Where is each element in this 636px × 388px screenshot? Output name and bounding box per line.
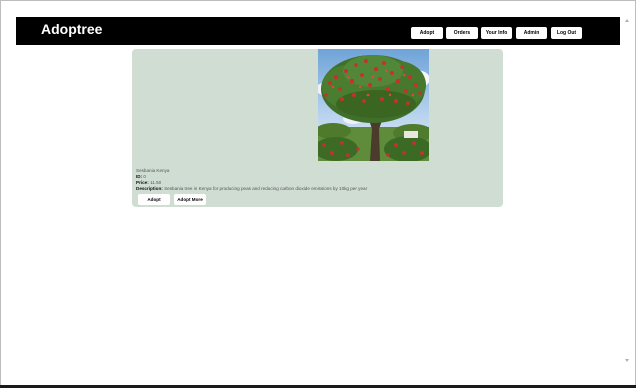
nav-adopt-button[interactable]: Adopt (411, 27, 443, 39)
tree-description-label: Description: (136, 186, 163, 191)
tree-description-value: Sesbania tree in Kenya for producing pea… (164, 186, 368, 191)
adopt-button[interactable]: Adopt (138, 194, 170, 205)
tree-photo (318, 49, 429, 161)
scroll-down-icon[interactable] (625, 359, 629, 362)
nav-admin-button[interactable]: Admin (516, 27, 547, 39)
tree-name: Sesbania Kenya (136, 168, 170, 173)
top-navbar: Adoptree Adopt Orders Your Info Admin Lo… (16, 17, 620, 45)
tree-id-label: ID: (136, 174, 143, 179)
nav-logout-button[interactable]: Log Out (551, 27, 582, 39)
adopt-more-button[interactable]: Adopt More (174, 194, 206, 205)
nav-your-info-button[interactable]: Your Info (481, 27, 512, 39)
tree-card: Sesbania Kenya ID: 0 Price: 11.50 Descri… (132, 49, 503, 207)
tree-price-label: Price: (136, 180, 149, 185)
scroll-up-icon[interactable] (625, 19, 629, 22)
brand-logo[interactable]: Adoptree (41, 21, 102, 37)
tree-price-value: 11.50 (150, 180, 162, 185)
tree-details: Sesbania Kenya ID: 0 Price: 11.50 Descri… (136, 168, 367, 192)
tree-id-value: 0 (143, 174, 146, 179)
nav-orders-button[interactable]: Orders (446, 27, 478, 39)
vertical-scrollbar[interactable] (621, 17, 633, 364)
